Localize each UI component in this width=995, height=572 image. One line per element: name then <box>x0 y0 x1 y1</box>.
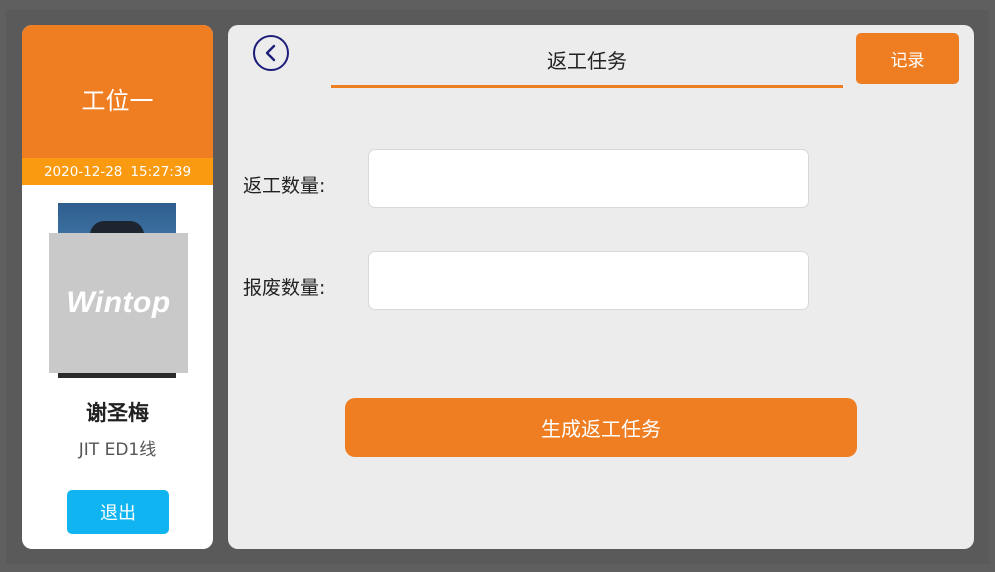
page-title: 返工任务 <box>547 49 627 73</box>
sidebar: 工位一 2020-12-28 15:27:39 Wintop 谢圣梅 JIT E… <box>22 25 213 549</box>
user-name: 谢圣梅 <box>86 401 149 425</box>
current-date: 2020-12-28 <box>43 163 123 180</box>
station-title: 工位一 <box>81 87 154 115</box>
station-header: 工位一 <box>22 25 213 158</box>
rework-quantity-input[interactable] <box>368 149 809 208</box>
scrap-quantity-input[interactable] <box>368 251 809 310</box>
user-production-line: JIT ED1线 <box>78 440 157 460</box>
avatar-placeholder: Wintop <box>49 233 188 373</box>
current-time: 15:27:39 <box>130 163 192 180</box>
rework-quantity-label: 返工数量: <box>243 175 326 197</box>
generate-rework-task-button[interactable]: 生成返工任务 <box>345 398 857 457</box>
main-panel: 返工任务 记录 返工数量: 报废数量: 生成返工任务 <box>228 25 974 549</box>
scrap-quantity-label: 报废数量: <box>243 277 326 299</box>
chevron-left-circle-icon <box>265 44 276 62</box>
back-button[interactable] <box>253 35 289 71</box>
title-underline <box>331 85 843 88</box>
datetime-bar: 2020-12-28 15:27:39 <box>22 158 213 185</box>
wintop-logo: Wintop <box>66 286 171 319</box>
avatar: Wintop <box>49 203 188 378</box>
avatar-photo-bottom <box>58 373 176 378</box>
records-button[interactable]: 记录 <box>856 33 959 84</box>
logout-button[interactable]: 退出 <box>67 490 169 534</box>
